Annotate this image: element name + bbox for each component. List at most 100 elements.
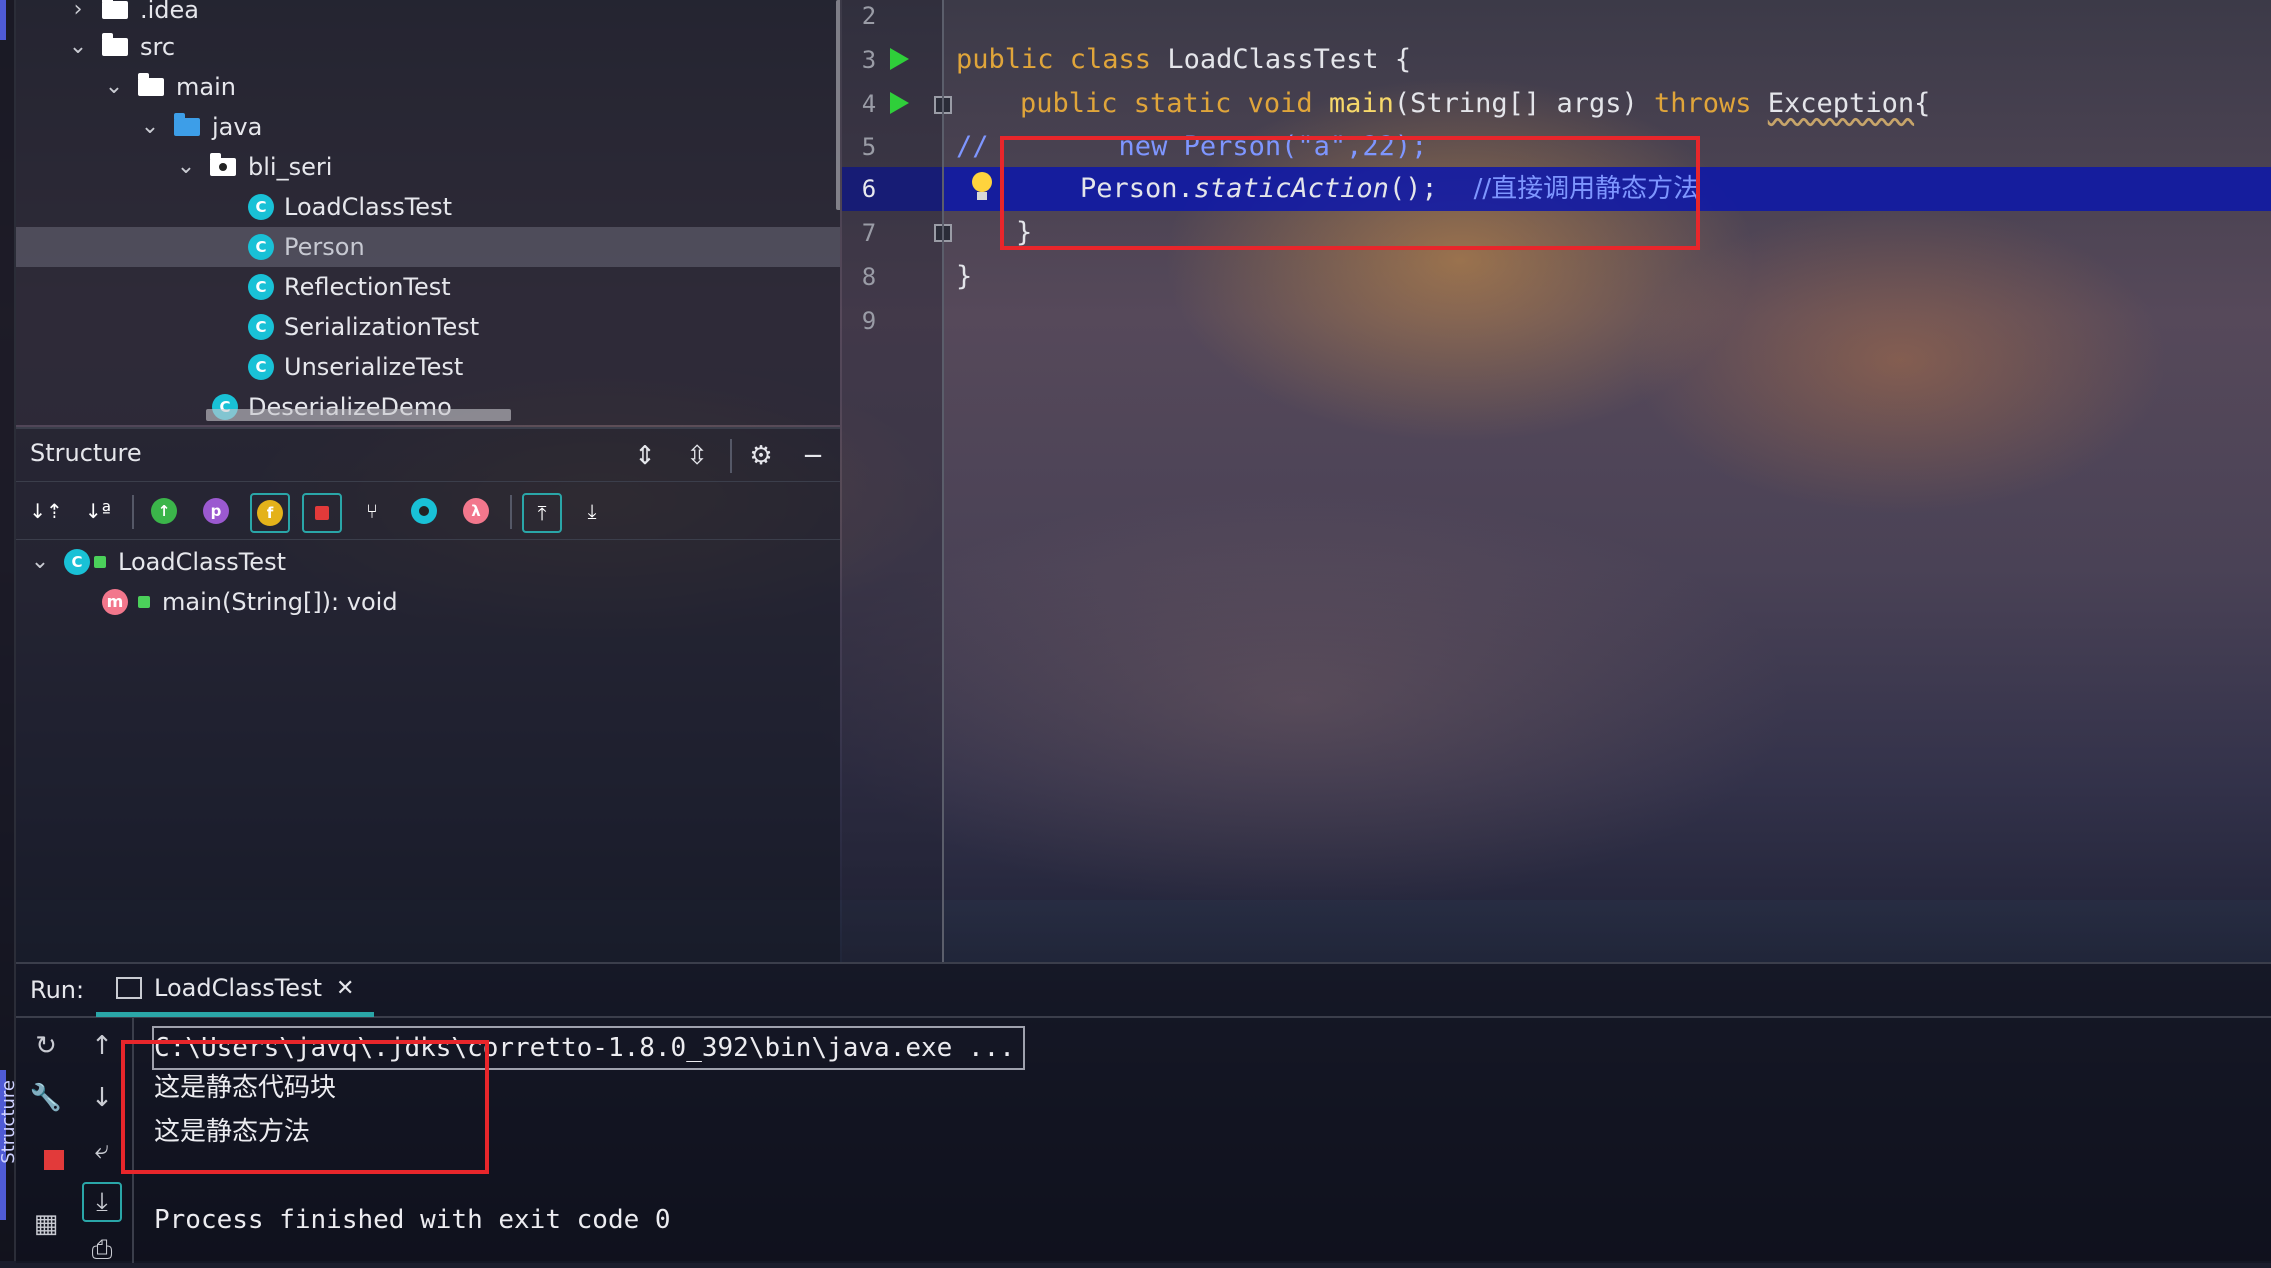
chevron-down-icon[interactable]: ⌄ [140,107,160,147]
line-number: 2 [861,2,877,30]
tree-item-label: SerializationTest [284,313,480,341]
show-inherited-icon[interactable]: ↑ [146,493,182,529]
source-folder-icon [174,113,200,136]
tree-item-java[interactable]: ⌄ java [140,107,262,147]
chevron-down-icon[interactable]: ⌄ [104,67,124,107]
highlight-box [1000,136,1700,250]
tree-item-src[interactable]: ⌄ src [68,27,175,67]
folder-icon [138,73,164,96]
wrench-icon[interactable]: 🔧 [28,1080,64,1116]
expand-all-icon[interactable]: ⇕ [628,439,662,473]
scroll-up-icon[interactable]: ↑ [84,1028,120,1064]
chevron-down-icon[interactable]: ⌄ [30,542,50,582]
method-icon: m [102,589,128,615]
show-non-public-icon[interactable] [302,493,342,533]
tree-item-unserializetest[interactable]: C UnserializeTest [248,347,463,387]
tree-item-reflectiontest[interactable]: C ReflectionTest [248,267,451,307]
editor-gutter: 2 3 4 5 6 7 8 9 [842,0,952,962]
tree-item-label: UnserializeTest [284,353,464,381]
structure-tool-label[interactable]: Structure [0,1080,19,1164]
lightbulb-icon[interactable] [972,172,992,200]
show-lambdas-icon[interactable]: λ [458,493,494,529]
code-line-3: public class LoadClassTest { [956,44,1412,75]
tree-item-label: java [212,113,263,141]
gutter-separator [942,0,944,962]
sort-by-visibility-icon[interactable]: ↓⇡ [28,493,64,529]
tree-item-person[interactable]: C Person [16,227,840,267]
structure-panel: Structure ⇕ ⇳ ⚙ − ↓⇡ ↓ª ↑ p f ⑂ λ ⤒ ⤓ ⌄ … [16,427,840,964]
class-icon: C [248,194,274,220]
rerun-icon[interactable]: ↻ [28,1028,64,1064]
tree-item-main[interactable]: ⌄ main [104,67,236,107]
code-line-8: } [956,261,973,292]
chevron-down-icon[interactable]: ⌄ [176,147,196,187]
structure-header: Structure ⇕ ⇳ ⚙ − [16,429,840,482]
tree-item-loadclasstest[interactable]: C LoadClassTest [248,187,452,227]
gear-icon[interactable]: ⚙ [744,439,778,473]
line-number: 4 [861,90,877,118]
structure-method-label: main(String[]): void [162,588,398,616]
console-exit-line: Process finished with exit code 0 [154,1205,671,1235]
package-icon [210,153,236,176]
structure-title: Structure [30,439,142,467]
class-icon: C [248,314,274,340]
class-icon: C [248,274,274,300]
project-tree: › .idea ⌄ src ⌄ main ⌄ java ⌄ bli_seri C… [16,0,840,425]
structure-class-label: LoadClassTest [118,548,286,576]
show-tree-icon[interactable]: ⑂ [354,493,390,529]
tree-item-label: bli_seri [248,153,333,181]
line-number: 3 [861,46,877,74]
divider [132,495,134,529]
tree-item-idea[interactable]: › .idea [68,0,199,30]
line-number: 5 [861,133,877,161]
show-fields-icon[interactable]: f [250,493,290,533]
sort-alphabetically-icon[interactable]: ↓ª [80,493,116,529]
show-anonymous-icon[interactable] [406,493,442,529]
divider [510,495,512,529]
class-icon: C [64,549,90,575]
tree-item-bli-seri[interactable]: ⌄ bli_seri [176,147,332,187]
public-access-icon [94,556,106,568]
scroll-to-end-icon[interactable]: ⤓ [82,1182,122,1222]
chevron-right-icon[interactable]: › [68,0,88,30]
soft-wrap-icon[interactable]: ⤶ [84,1132,120,1168]
tree-item-label: .idea [140,0,200,24]
minimize-icon[interactable]: − [796,439,830,473]
horizontal-scrollbar[interactable] [206,409,511,421]
folder-icon [102,33,128,56]
class-icon: C [248,354,274,380]
autoscroll-to-source-icon[interactable]: ⤒ [522,493,562,533]
tree-item-label: main [176,73,236,101]
scroll-down-icon[interactable]: ↓ [84,1080,120,1116]
layout-icon[interactable]: ▦ [28,1206,64,1242]
structure-toolbar: ↓⇡ ↓ª ↑ p f ⑂ λ ⤒ ⤓ [16,483,840,540]
tree-item-serializationtest[interactable]: C SerializationTest [248,307,479,347]
structure-class-node[interactable]: ⌄ C LoadClassTest [30,542,286,582]
public-access-icon [138,596,150,608]
vertical-scrollbar[interactable] [836,0,840,210]
run-title: Run: [30,976,85,1004]
code-line-4: public static void main(String[] args) t… [1020,88,1931,119]
line-number: 9 [861,307,877,335]
line-number: 6 [861,175,877,203]
run-side-toolbar: ↻ ↑ 🔧 ↓ ⤶ ⤓ ▦ ⎙ [16,1018,134,1265]
close-icon[interactable]: ✕ [336,976,354,1001]
run-tab-label: LoadClassTest [154,974,322,1002]
divider [730,439,732,473]
tree-item-label: src [140,33,176,61]
console-icon [116,977,142,999]
tree-item-label: LoadClassTest [284,193,452,221]
structure-method-node[interactable]: m main(String[]): void [102,582,398,622]
autoscroll-from-source-icon[interactable]: ⤓ [574,493,610,529]
tool-strip-marker [0,0,6,40]
print-icon[interactable]: ⎙ [84,1232,120,1268]
chevron-down-icon[interactable]: ⌄ [68,27,88,67]
code-editor[interactable]: 2 3 4 5 6 7 8 9 public class LoadClassTe… [842,0,2271,962]
stop-icon[interactable] [36,1142,72,1178]
run-main-icon[interactable] [890,92,909,114]
run-tab-loadclasstest[interactable]: LoadClassTest ✕ [96,964,375,1017]
collapse-all-icon[interactable]: ⇳ [680,439,714,473]
tree-item-label: ReflectionTest [284,273,451,301]
show-properties-icon[interactable]: p [198,493,234,529]
run-class-icon[interactable] [890,48,909,70]
